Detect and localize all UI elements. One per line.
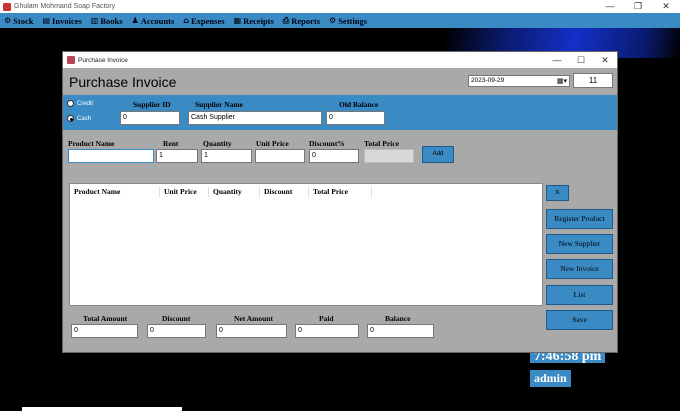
app-title-bar: Ghulam Mohmand Soap Factory — ❐ ✕: [0, 0, 680, 13]
column-header[interactable]: Quantity: [209, 187, 260, 197]
menu-expenses[interactable]: ⌂ Expenses: [183, 16, 224, 26]
user-display: admin: [530, 370, 571, 387]
restore-icon[interactable]: ❐: [624, 1, 652, 12]
close-icon[interactable]: ✕: [652, 1, 680, 12]
table-header: Product Name Unit Price Quantity Discoun…: [70, 184, 542, 197]
supplier-id-label: Supplier ID: [133, 100, 171, 109]
supplier-name-field[interactable]: Cash Supplier: [188, 111, 322, 125]
radio-credit[interactable]: Credit: [67, 100, 93, 107]
register-product-button[interactable]: Register Product: [546, 209, 613, 229]
document-icon: ▤: [42, 16, 51, 25]
window-title-bar: Purchase Invoice — ☐ ✕: [63, 52, 617, 68]
paid-field[interactable]: 0: [295, 324, 359, 338]
menu-books[interactable]: ▥ Books: [91, 16, 123, 26]
column-header[interactable]: Product Name: [70, 187, 160, 197]
discount-percent-field[interactable]: 0: [309, 149, 359, 163]
maximize-icon[interactable]: ☐: [569, 55, 593, 66]
column-header[interactable]: Total Price: [309, 187, 372, 197]
app-title: Ghulam Mohmand Soap Factory: [14, 3, 116, 10]
quantity-field[interactable]: 1: [201, 149, 252, 163]
rent-field[interactable]: 1: [156, 149, 198, 163]
menu-accounts[interactable]: ♟ Accounts: [132, 16, 175, 26]
calendar-dropdown-icon[interactable]: ▦▾: [557, 77, 567, 87]
radio-indicator: [67, 100, 74, 107]
books-icon: ▥: [90, 16, 99, 25]
product-entry-section: Product Name Rent 1 Quantity 1 Unit Pric…: [63, 130, 617, 170]
add-button[interactable]: Add: [422, 146, 454, 163]
quantity-label: Quantity: [203, 139, 232, 148]
balance-label: Balance: [385, 314, 411, 323]
page-title: Purchase Invoice: [69, 73, 177, 90]
discount-percent-label: Discount%: [309, 139, 345, 148]
product-name-label: Product Name: [68, 139, 115, 148]
print-icon: ⎙: [282, 15, 290, 25]
menu-label: Invoices: [52, 15, 82, 26]
menu-receipts[interactable]: ▦ Receipts: [234, 16, 274, 26]
unit-price-field[interactable]: [255, 149, 305, 163]
gear-icon: ⚙: [329, 16, 337, 25]
window-title: Purchase Invoice: [78, 56, 128, 64]
totals-section: Total Amount 0 Discount 0 Net Amount 0 P…: [63, 312, 543, 352]
supplier-name-label: Supplier Name: [195, 100, 243, 109]
window-icon: [67, 56, 75, 64]
radio-label: Cash: [77, 115, 92, 122]
new-invoice-button[interactable]: New Invoice: [546, 259, 613, 279]
close-icon[interactable]: ✕: [593, 55, 617, 66]
minimize-icon[interactable]: —: [545, 55, 569, 66]
users-icon: ♟: [131, 16, 139, 25]
menu-label: Books: [100, 15, 123, 26]
menu-label: Accounts: [140, 15, 175, 26]
date-picker[interactable]: 2023-09-29 ▦▾: [468, 75, 570, 87]
unit-price-label: Unit Price: [256, 139, 289, 148]
window-header: Purchase Invoice 2023-09-29 ▦▾ 11: [63, 68, 617, 95]
old-balance-field[interactable]: 0: [326, 111, 385, 125]
minimize-icon[interactable]: —: [596, 1, 624, 12]
new-supplier-button[interactable]: New Supplier: [546, 234, 613, 254]
radio-cash[interactable]: Cash: [67, 115, 91, 122]
gear-icon: ⚙: [4, 16, 12, 25]
save-button[interactable]: Save: [546, 310, 613, 330]
radio-label: Credit: [77, 100, 94, 107]
menu-reports[interactable]: ⎙ Reports: [283, 16, 320, 26]
old-balance-label: Old Balance: [339, 100, 379, 109]
radio-indicator-selected: [67, 115, 74, 122]
main-menu-bar: ⚙ Stock ▤ Invoices ▥ Books ♟ Accounts ⌂ Expen…: [0, 13, 680, 28]
menu-settings[interactable]: ⚙ Settings: [329, 16, 367, 26]
menu-label: Receipts: [243, 15, 274, 26]
discount-label: Discount: [162, 314, 191, 323]
menu-stock[interactable]: ⚙ Stock: [4, 16, 33, 26]
rent-label: Rent: [163, 139, 179, 148]
supplier-id-field[interactable]: 0: [120, 111, 180, 125]
column-header[interactable]: Discount: [260, 187, 309, 197]
menu-label: Reports: [291, 15, 321, 26]
invoice-items-table[interactable]: Product Name Unit Price Quantity Discoun…: [69, 183, 543, 306]
paid-label: Paid: [319, 314, 334, 323]
delete-row-button[interactable]: X: [546, 185, 569, 201]
menu-invoices[interactable]: ▤ Invoices: [42, 16, 81, 26]
total-amount-field: 0: [71, 324, 138, 338]
total-price-label: Total Price: [364, 139, 399, 148]
total-price-field: [364, 149, 414, 163]
supplier-section: Credit Cash Supplier ID 0 Supplier Name …: [63, 95, 617, 130]
total-amount-label: Total Amount: [83, 314, 128, 323]
balance-field: 0: [367, 324, 434, 338]
column-header[interactable]: Unit Price: [160, 187, 209, 197]
app-icon: [3, 2, 11, 11]
menu-label: Stock: [13, 15, 34, 26]
taskbar-strip: [22, 407, 182, 411]
product-name-field[interactable]: [68, 149, 154, 163]
bank-icon: ⌂: [183, 16, 190, 25]
net-amount-label: Net Amount: [234, 314, 273, 323]
date-value: 2023-09-29: [471, 77, 505, 84]
menu-label: Expenses: [191, 15, 225, 26]
list-button[interactable]: List: [546, 285, 613, 305]
discount-field[interactable]: 0: [147, 324, 206, 338]
purchase-invoice-window: Purchase Invoice — ☐ ✕ Purchase Invoice …: [62, 51, 618, 353]
menu-label: Settings: [338, 15, 368, 26]
receipt-icon: ▦: [233, 16, 242, 25]
net-amount-field: 0: [216, 324, 287, 338]
invoice-number-field[interactable]: 11: [573, 73, 613, 88]
